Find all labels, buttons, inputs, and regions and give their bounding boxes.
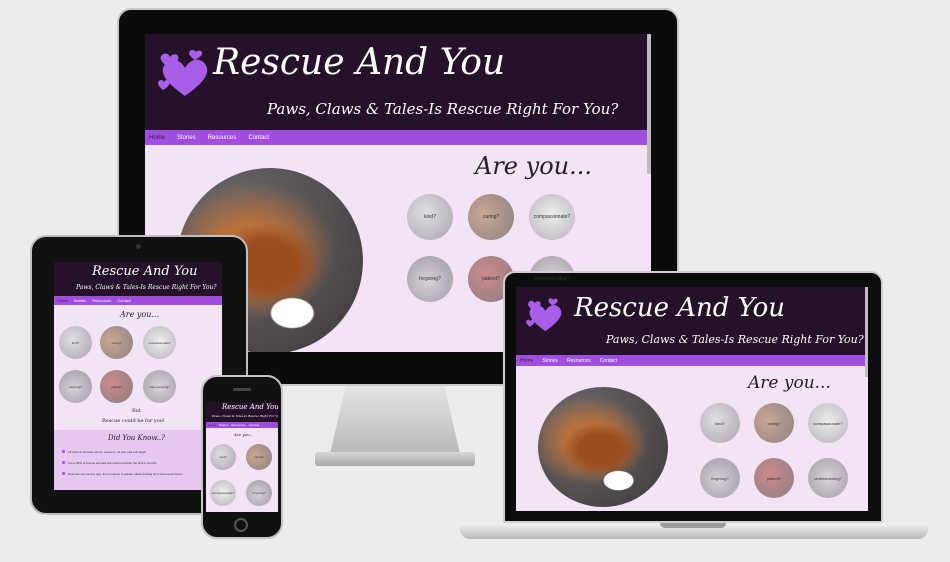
fact-2: Up to 20% of rescue animals are returned… xyxy=(68,461,157,465)
site-header: Rescue And You Paws, Claws & Tales-Is Re… xyxy=(206,402,278,422)
site-nav: Home Stories Resources Contact xyxy=(516,355,868,366)
rescue-could-be-text: Rescue could be for you! xyxy=(102,418,165,424)
nav-resources[interactable]: Resources xyxy=(208,135,237,141)
circle-patient[interactable]: patient? xyxy=(100,370,133,403)
fact-1: All sorts of animals can be rescued, not… xyxy=(68,450,147,454)
nav-resources[interactable]: Resources xyxy=(92,298,111,303)
nav-stories[interactable]: Stories xyxy=(74,298,86,303)
are-you-heading: Are you... xyxy=(120,310,159,319)
site-tagline: Paws, Claws & Tales-Is Rescue Right For … xyxy=(212,414,278,418)
phone-speaker xyxy=(233,388,251,391)
are-you-heading: Are you... xyxy=(748,373,831,393)
nav-contact[interactable]: Contact xyxy=(249,423,259,427)
heart-bullet-icon xyxy=(62,450,65,453)
site-title: Rescue And You xyxy=(222,403,278,411)
fact-3: Rescues can be any age, from puppies to … xyxy=(68,472,183,476)
laptop-site: Rescue And You Paws, Claws & Tales-Is Re… xyxy=(516,287,868,511)
nav-contact[interactable]: Contact xyxy=(117,298,131,303)
laptop-notch xyxy=(660,523,726,528)
nav-resources[interactable]: Resources xyxy=(231,423,245,427)
circle-understanding[interactable]: understanding? xyxy=(808,458,848,498)
nav-home[interactable]: Home xyxy=(57,298,68,303)
site-nav: Home Stories Resources Contact xyxy=(54,296,222,305)
home-button-icon[interactable] xyxy=(234,518,248,532)
circle-caring[interactable]: caring? xyxy=(754,403,794,443)
are-you-heading: Are you... xyxy=(234,432,254,437)
heart-logo-icon xyxy=(158,49,208,96)
circle-forgiving[interactable]: forgiving? xyxy=(407,256,453,302)
heart-bullet-icon xyxy=(62,461,65,464)
heart-logo-icon xyxy=(526,298,562,332)
circle-kind[interactable]: kind? xyxy=(210,444,236,470)
circle-compassionate[interactable]: compassionate? xyxy=(210,480,236,506)
phone-site: Rescue And You Paws, Claws & Tales-Is Re… xyxy=(206,402,278,512)
circle-understanding[interactable]: understanding? xyxy=(143,370,176,403)
nav-contact[interactable]: Contact xyxy=(600,358,617,364)
circle-kind[interactable]: kind? xyxy=(59,326,92,359)
imac-scrollbar[interactable] xyxy=(647,34,651,174)
nav-stories[interactable]: Stories xyxy=(542,358,558,364)
camera-icon xyxy=(136,244,141,249)
site-title: Rescue And You xyxy=(213,42,506,83)
are-you-heading: Are you... xyxy=(475,152,592,180)
but-text: But xyxy=(132,408,141,414)
tablet-site: Rescue And You Paws, Claws & Tales-Is Re… xyxy=(54,262,222,490)
circle-patient[interactable]: patient? xyxy=(754,458,794,498)
nav-home[interactable]: Home xyxy=(208,423,216,427)
circle-kind[interactable]: kind? xyxy=(407,194,453,240)
circle-compassionate[interactable]: compassionate? xyxy=(143,326,176,359)
site-tagline: Paws, Claws & Tales-Is Rescue Right For … xyxy=(267,100,619,118)
site-tagline: Paws, Claws & Tales-Is Rescue Right For … xyxy=(76,284,217,291)
site-header: Rescue And You Paws, Claws & Tales-Is Re… xyxy=(54,262,222,296)
did-you-know-section: Did You Know..? All sorts of animals can… xyxy=(54,430,222,490)
nav-home[interactable]: Home xyxy=(149,135,165,141)
site-nav: Home Stories Resources Contact xyxy=(206,422,278,428)
circle-forgiving[interactable]: forgiving? xyxy=(59,370,92,403)
circle-caring[interactable]: caring? xyxy=(100,326,133,359)
site-title: Rescue And You xyxy=(92,264,198,279)
circle-kind[interactable]: kind? xyxy=(700,403,740,443)
site-title: Rescue And You xyxy=(574,293,785,323)
imac-stand xyxy=(330,386,460,454)
circle-caring[interactable]: caring? xyxy=(468,194,514,240)
nav-stories[interactable]: Stories xyxy=(219,423,228,427)
circle-compassionate[interactable]: compassionate? xyxy=(529,194,575,240)
heart-bullet-icon xyxy=(62,472,65,475)
site-tagline: Paws, Claws & Tales-Is Rescue Right For … xyxy=(606,333,864,346)
imac-foot xyxy=(315,452,475,466)
nav-contact[interactable]: Contact xyxy=(248,135,269,141)
nav-resources[interactable]: Resources xyxy=(567,358,591,364)
did-you-know-heading: Did You Know..? xyxy=(108,434,165,442)
circle-caring[interactable]: caring? xyxy=(246,444,272,470)
site-header: Rescue And You Paws, Claws & Tales-Is Re… xyxy=(516,287,868,355)
nav-home[interactable]: Home xyxy=(520,358,533,364)
dog-photo xyxy=(538,387,668,507)
circle-compassionate[interactable]: compassionate? xyxy=(808,403,848,443)
site-nav: Home Stories Resources Contact xyxy=(145,130,651,145)
site-header: Rescue And You Paws, Claws & Tales-Is Re… xyxy=(145,34,651,130)
laptop-scrollbar[interactable] xyxy=(865,287,868,377)
circle-forgiving[interactable]: forgiving? xyxy=(246,480,272,506)
nav-stories[interactable]: Stories xyxy=(177,135,196,141)
circle-forgiving[interactable]: forgiving? xyxy=(700,458,740,498)
